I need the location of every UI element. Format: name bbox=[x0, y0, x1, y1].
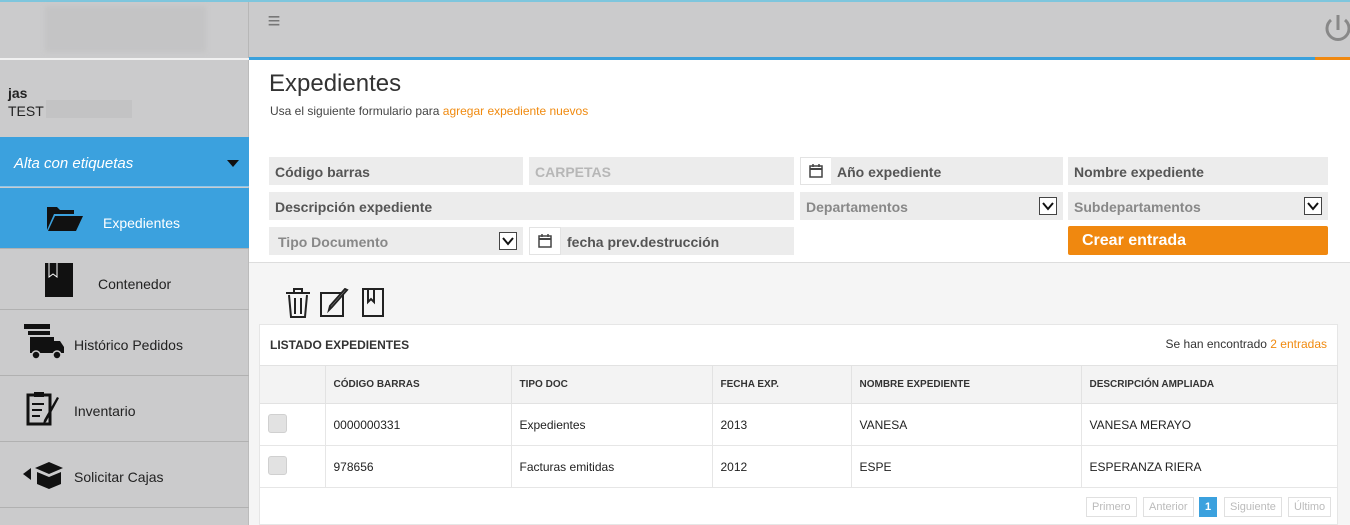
descripcion-expediente-input[interactable]: Descripción expediente bbox=[269, 192, 794, 220]
cell-descripcion: VANESA MERAYO bbox=[1081, 403, 1338, 446]
sidebar-item-label: Histórico Pedidos bbox=[74, 337, 183, 353]
row-checkbox[interactable] bbox=[268, 413, 287, 433]
results-count-value: 2 entradas bbox=[1270, 337, 1327, 351]
sidebar-item-label: Contenedor bbox=[98, 276, 172, 292]
caret-down-icon bbox=[227, 160, 239, 167]
table-row[interactable]: 0000000331 Expedientes 2013 VANESA VANES… bbox=[260, 403, 1338, 446]
logo bbox=[45, 6, 206, 52]
calendar-icon[interactable] bbox=[529, 227, 561, 255]
cell-tipo: Facturas emitidas bbox=[511, 445, 713, 488]
pagination-first[interactable]: Primero bbox=[1086, 497, 1137, 517]
listing-title: LISTADO EXPEDIENTES bbox=[270, 338, 410, 352]
cell-codigo: 0000000331 bbox=[325, 403, 512, 446]
sidebar-item-expedientes[interactable]: Expedientes bbox=[0, 188, 249, 249]
chevron-down-icon bbox=[1039, 197, 1057, 215]
column-header-select bbox=[260, 365, 326, 404]
departamentos-select[interactable]: Departamentos bbox=[800, 192, 1063, 220]
sidebar-item-label: Expedientes bbox=[103, 215, 181, 231]
hamburger-menu-icon[interactable]: ≡ bbox=[262, 10, 286, 32]
cell-descripcion: ESPERANZA RIERA bbox=[1081, 445, 1338, 488]
fecha-destruccion-input[interactable]: fecha prev.destrucción bbox=[561, 227, 794, 255]
user-company-redacted bbox=[46, 100, 132, 118]
nombre-expediente-input[interactable]: Nombre expediente bbox=[1068, 157, 1328, 185]
column-header[interactable]: NOMBRE EXPEDIENTE bbox=[851, 365, 1082, 404]
table-header-row: CÓDIGO BARRAS TIPO DOC FECHA EXP. NOMBRE… bbox=[260, 365, 1338, 404]
folder-open-icon bbox=[46, 204, 84, 235]
table-row[interactable]: 978656 Facturas emitidas 2012 ESPE ESPER… bbox=[260, 445, 1338, 488]
page-title: Expedientes bbox=[269, 70, 402, 97]
sidebar-item-label: Solicitar Cajas bbox=[74, 469, 164, 485]
results-count: Se han encontrado 2 entradas bbox=[1166, 337, 1327, 351]
cell-nombre: VANESA bbox=[851, 403, 1082, 446]
box-icon bbox=[23, 462, 67, 493]
clipboard-pen-icon bbox=[26, 392, 62, 429]
pagination-next[interactable]: Siguiente bbox=[1224, 497, 1282, 517]
cell-tipo: Expedientes bbox=[511, 403, 713, 446]
column-header[interactable]: DESCRIPCIÓN AMPLIADA bbox=[1081, 365, 1338, 404]
user-name: jas bbox=[8, 85, 28, 101]
row-select-cell bbox=[260, 403, 326, 446]
top-bar: ≡ bbox=[0, 0, 1350, 58]
departamentos-value: Departamentos bbox=[806, 199, 908, 215]
page-subtitle: Usa el siguiente formulario para agregar… bbox=[270, 104, 588, 118]
column-header[interactable]: CÓDIGO BARRAS bbox=[325, 365, 512, 404]
carpetas-input[interactable]: CARPETAS bbox=[529, 157, 794, 185]
sidebar-item-label: Inventario bbox=[74, 403, 136, 419]
tipo-documento-select[interactable]: Tipo Documento bbox=[269, 227, 523, 255]
cell-fecha: 2013 bbox=[712, 403, 852, 446]
trash-icon[interactable] bbox=[284, 288, 312, 318]
results-prefix: Se han encontrado bbox=[1165, 337, 1267, 351]
calendar-icon[interactable] bbox=[800, 157, 832, 185]
sidebar-item-solicitar-cajas[interactable]: Solicitar Cajas bbox=[0, 442, 249, 508]
sidebar: jas TEST Alta con etiquetas Expedientes … bbox=[0, 60, 249, 525]
sidebar-item-inventario[interactable]: Inventario bbox=[0, 376, 249, 442]
user-info: jas TEST bbox=[8, 84, 44, 120]
subdepartamentos-value: Subdepartamentos bbox=[1074, 199, 1201, 215]
cell-codigo: 978656 bbox=[325, 445, 512, 488]
power-icon[interactable] bbox=[1320, 8, 1350, 48]
sidebar-item-historico-pedidos[interactable]: Histórico Pedidos bbox=[0, 310, 249, 376]
cell-fecha: 2012 bbox=[712, 445, 852, 488]
section-label: Alta con etiquetas bbox=[14, 155, 134, 172]
expedientes-table: CÓDIGO BARRAS TIPO DOC FECHA EXP. NOMBRE… bbox=[260, 365, 1338, 488]
column-header[interactable]: TIPO DOC bbox=[511, 365, 713, 404]
pagination-prev[interactable]: Anterior bbox=[1143, 497, 1194, 517]
sidebar-item-contenedor[interactable]: Contenedor bbox=[0, 249, 249, 310]
row-checkbox[interactable] bbox=[268, 455, 287, 475]
cell-nombre: ESPE bbox=[851, 445, 1082, 488]
row-select-cell bbox=[260, 445, 326, 488]
section-alta-con-etiquetas[interactable]: Alta con etiquetas bbox=[0, 137, 249, 187]
listing-panel: LISTADO EXPEDIENTES Se han encontrado 2 … bbox=[259, 324, 1338, 525]
subdepartamentos-select[interactable]: Subdepartamentos bbox=[1068, 192, 1328, 220]
tipo-documento-value: Tipo Documento bbox=[278, 234, 389, 250]
chevron-down-icon bbox=[499, 232, 517, 250]
user-company: TEST bbox=[8, 103, 44, 119]
truck-icon bbox=[24, 324, 64, 363]
pagination-last[interactable]: Último bbox=[1288, 497, 1332, 517]
subtitle-link[interactable]: agregar expediente nuevos bbox=[443, 104, 588, 118]
edit-icon[interactable] bbox=[320, 287, 349, 318]
bookmark-icon[interactable] bbox=[362, 288, 390, 318]
pagination-current[interactable]: 1 bbox=[1199, 497, 1218, 517]
ano-expediente-input[interactable]: Año expediente bbox=[831, 157, 1063, 185]
crear-entrada-button[interactable]: Crear entrada bbox=[1068, 226, 1328, 255]
book-icon bbox=[45, 263, 75, 300]
logo-area bbox=[0, 2, 249, 58]
chevron-down-icon bbox=[1304, 197, 1322, 215]
column-header[interactable]: FECHA EXP. bbox=[712, 365, 852, 404]
subtitle-text: Usa el siguiente formulario para bbox=[270, 104, 440, 118]
codigo-barras-input[interactable]: Código barras bbox=[269, 157, 523, 185]
